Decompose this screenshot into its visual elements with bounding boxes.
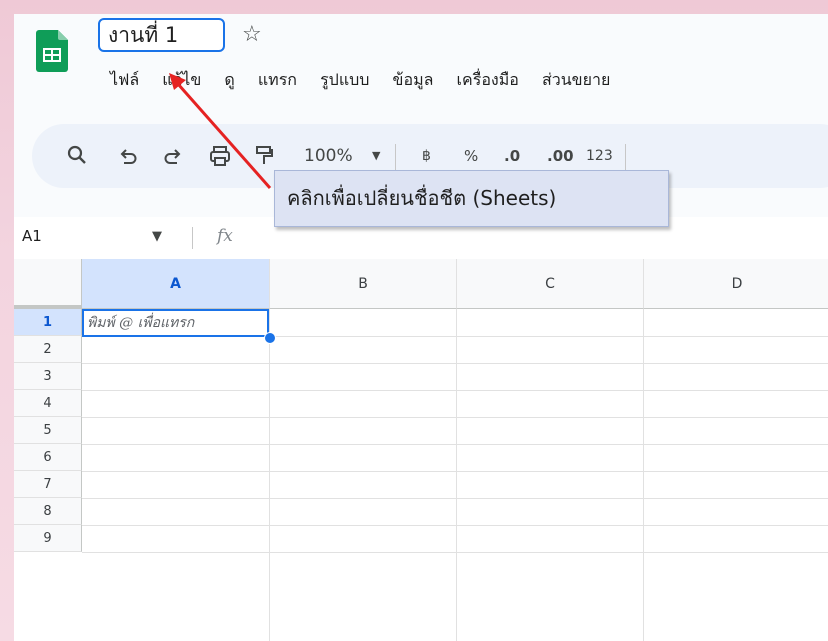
column-header-a[interactable]: A [82, 259, 270, 309]
fill-handle[interactable] [264, 332, 276, 344]
grid-line [82, 417, 828, 418]
menu-tools[interactable]: เครื่องมือ [457, 68, 519, 92]
name-box[interactable]: A1 [22, 227, 42, 245]
search-icon[interactable] [66, 144, 88, 166]
print-icon[interactable] [208, 144, 232, 168]
column-header-d[interactable]: D [644, 259, 828, 309]
document-title-input[interactable]: งานที่ 1 [98, 18, 225, 52]
menu-view[interactable]: ดู [224, 68, 234, 92]
toolbar-divider [395, 144, 396, 170]
toolbar-divider [625, 144, 626, 170]
grid-line [643, 309, 644, 641]
sheets-logo-icon[interactable] [36, 30, 68, 72]
grid-line [82, 552, 828, 553]
spreadsheet-grid[interactable]: A B C D 1 2 3 4 5 6 7 8 9 พิมพ์ @ เพื่อแ… [14, 259, 828, 641]
annotation-callout: คลิกเพื่อเปลี่ยนชื่อชีต (Sheets) [274, 170, 669, 227]
menu-data[interactable]: ข้อมูล [393, 68, 434, 92]
row-header-3[interactable]: 3 [14, 363, 82, 390]
grid-line [269, 309, 270, 641]
row-header-2[interactable]: 2 [14, 336, 82, 363]
row-header-4[interactable]: 4 [14, 390, 82, 417]
menu-bar: ไฟล์ แก้ไข ดู แทรก รูปแบบ ข้อมูล เครื่อง… [110, 68, 628, 92]
menu-edit[interactable]: แก้ไข [162, 68, 201, 92]
row-header-6[interactable]: 6 [14, 444, 82, 471]
grid-line [82, 498, 828, 499]
menu-format[interactable]: รูปแบบ [320, 68, 369, 92]
undo-icon[interactable] [118, 146, 138, 166]
formula-bar-divider [192, 227, 193, 249]
column-header-b[interactable]: B [270, 259, 457, 309]
star-icon[interactable]: ☆ [242, 22, 262, 48]
menu-extensions[interactable]: ส่วนขยาย [542, 68, 610, 92]
grid-line [456, 309, 457, 641]
paint-format-icon[interactable] [254, 144, 274, 168]
grid-line [82, 471, 828, 472]
row-header-1[interactable]: 1 [14, 309, 82, 336]
grid-line [82, 390, 828, 391]
column-header-c[interactable]: C [457, 259, 644, 309]
sheets-window: งานที่ 1 ☆ ไฟล์ แก้ไข ดู แทรก รูปแบบ ข้อ… [14, 14, 828, 641]
grid-line [82, 363, 828, 364]
row-header-8[interactable]: 8 [14, 498, 82, 525]
chevron-down-icon[interactable]: ▼ [152, 229, 162, 244]
active-cell-a1[interactable]: พิมพ์ @ เพื่อแทรก [82, 309, 269, 337]
redo-icon[interactable] [163, 146, 183, 166]
grid-line [82, 444, 828, 445]
row-header-7[interactable]: 7 [14, 471, 82, 498]
fx-icon: fx [217, 226, 233, 246]
menu-file[interactable]: ไฟล์ [110, 68, 139, 92]
menu-insert[interactable]: แทรก [258, 68, 297, 92]
row-header-5[interactable]: 5 [14, 417, 82, 444]
row-header-9[interactable]: 9 [14, 525, 82, 552]
select-all-corner[interactable] [14, 259, 82, 309]
grid-line [82, 525, 828, 526]
